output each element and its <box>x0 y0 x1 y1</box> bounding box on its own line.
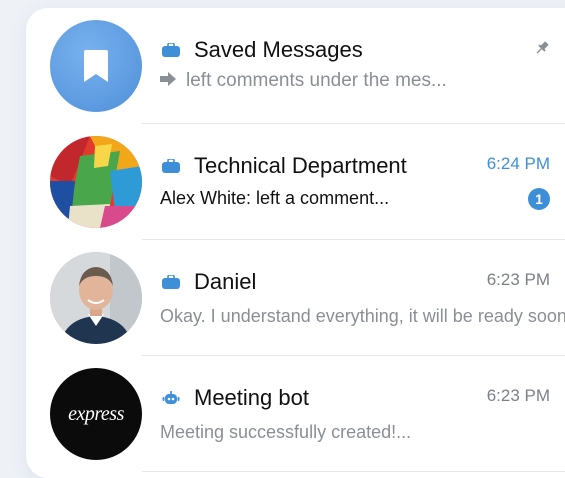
chat-time: 6:24 PM <box>486 154 550 173</box>
chat-item-technical-department[interactable]: Technical Department 6:24 PM Alex White:… <box>26 124 565 240</box>
person-avatar <box>50 252 142 344</box>
chat-list: Saved Messages left comments under the m… <box>26 8 565 478</box>
chat-time: 6:23 PM <box>486 386 550 405</box>
express-logo: express <box>68 402 124 425</box>
preview-text: left comments under the mes... <box>186 70 447 92</box>
chat-time: 6:23 PM <box>486 270 550 289</box>
unread-badge: 1 <box>528 188 550 210</box>
bookmark-icon <box>84 50 108 82</box>
forward-icon <box>160 70 176 92</box>
chat-item-daniel[interactable]: Daniel 6:23 PM Okay. I understand everyt… <box>26 240 565 356</box>
chat-preview: Okay. I understand everything, it will b… <box>160 306 565 326</box>
briefcase-icon <box>162 42 180 57</box>
chat-title: Meeting bot <box>194 385 309 410</box>
person-photo <box>50 252 142 344</box>
chat-preview: Alex White: left a comment... <box>160 188 389 209</box>
chat-preview: Meeting successfully created!... <box>160 422 412 442</box>
chat-title: Saved Messages <box>194 37 363 62</box>
group-avatar <box>50 136 142 228</box>
chat-preview: left comments under the mes... <box>160 70 447 92</box>
saved-messages-avatar <box>50 20 142 112</box>
chat-item-meeting-bot[interactable]: express Meeting bot 6:23 PM Meeting succ… <box>26 356 565 472</box>
preview-sender: Alex White <box>160 188 247 208</box>
bot-icon <box>162 391 180 405</box>
colorful-abstract-image <box>50 136 142 228</box>
chat-item-saved-messages[interactable]: Saved Messages left comments under the m… <box>26 8 565 124</box>
briefcase-icon <box>162 158 180 173</box>
express-avatar: express <box>50 368 142 460</box>
briefcase-icon <box>162 274 180 289</box>
chat-title: Daniel <box>194 269 257 294</box>
chat-title: Technical Department <box>194 153 407 178</box>
pin-icon <box>534 40 550 56</box>
preview-text: : left a comment... <box>246 188 390 208</box>
